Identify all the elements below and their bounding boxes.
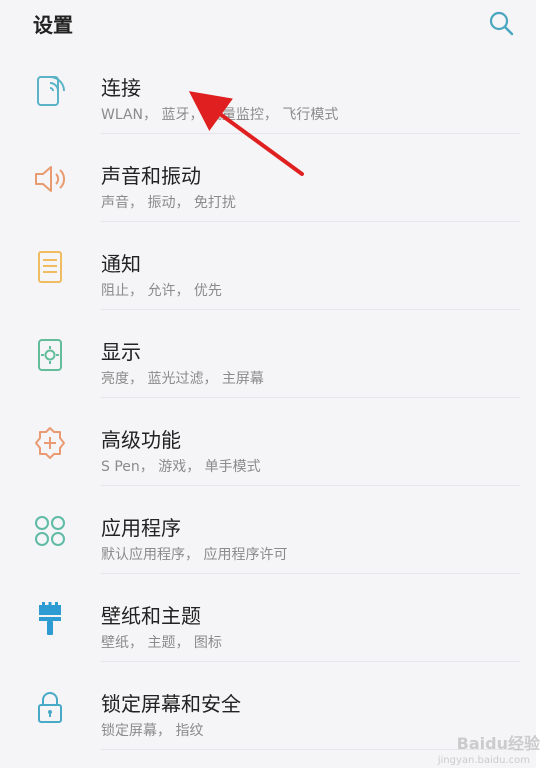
settings-item-label: 壁纸和主题 — [101, 604, 201, 628]
settings-item-apps[interactable]: 应用程序 默认应用程序， 应用程序许可 — [0, 486, 548, 574]
settings-item-description: 亮度， 蓝光过滤， 主屏幕 — [101, 371, 264, 387]
search-icon[interactable] — [486, 8, 516, 38]
settings-item-label: 锁定屏幕和安全 — [101, 692, 241, 716]
settings-item-description: 壁纸， 主题， 图标 — [101, 635, 222, 651]
settings-item-label: 连接 — [101, 76, 141, 100]
settings-item-description: 阻止， 允许， 优先 — [101, 283, 222, 299]
settings-item-label: 应用程序 — [101, 516, 181, 540]
settings-item-label: 显示 — [101, 340, 141, 364]
settings-item-display[interactable]: 显示 亮度， 蓝光过滤， 主屏幕 — [0, 310, 548, 398]
settings-item-description: S Pen， 游戏， 单手模式 — [101, 459, 261, 475]
settings-item-wallpaper-themes[interactable]: 壁纸和主题 壁纸， 主题， 图标 — [0, 574, 548, 662]
watermark-brand: Baidu经验 — [456, 734, 540, 753]
settings-item-description: 默认应用程序， 应用程序许可 — [101, 547, 288, 563]
settings-item-advanced-features[interactable]: 高级功能 S Pen， 游戏， 单手模式 — [0, 398, 548, 486]
connection-icon — [30, 71, 70, 111]
apps-icon — [30, 511, 70, 551]
settings-item-notifications[interactable]: 通知 阻止， 允许， 优先 — [0, 222, 548, 310]
page-title: 设置 — [33, 13, 73, 37]
advanced-features-icon — [30, 423, 70, 463]
speaker-icon — [30, 159, 70, 199]
display-icon — [30, 335, 70, 375]
settings-item-label: 声音和振动 — [101, 164, 201, 188]
settings-list: 连接 WLAN， 蓝牙， 流量监控， 飞行模式 声音和振动 声音， 振动， 免打… — [0, 46, 548, 750]
app-header: 设置 — [0, 0, 548, 46]
settings-item-label: 高级功能 — [101, 428, 181, 452]
settings-item-sound[interactable]: 声音和振动 声音， 振动， 免打扰 — [0, 134, 548, 222]
screen-edge — [536, 0, 548, 768]
watermark-url: jingyan.baidu.com — [437, 755, 530, 766]
settings-item-description: 声音， 振动， 免打扰 — [101, 195, 236, 211]
notification-icon — [30, 247, 70, 287]
settings-item-label: 通知 — [101, 252, 141, 276]
settings-item-description: 锁定屏幕， 指纹 — [101, 723, 204, 739]
brush-icon — [30, 599, 70, 639]
lock-icon — [30, 687, 70, 727]
settings-item-connection[interactable]: 连接 WLAN， 蓝牙， 流量监控， 飞行模式 — [0, 46, 548, 134]
settings-item-description: WLAN， 蓝牙， 流量监控， 飞行模式 — [101, 107, 339, 123]
